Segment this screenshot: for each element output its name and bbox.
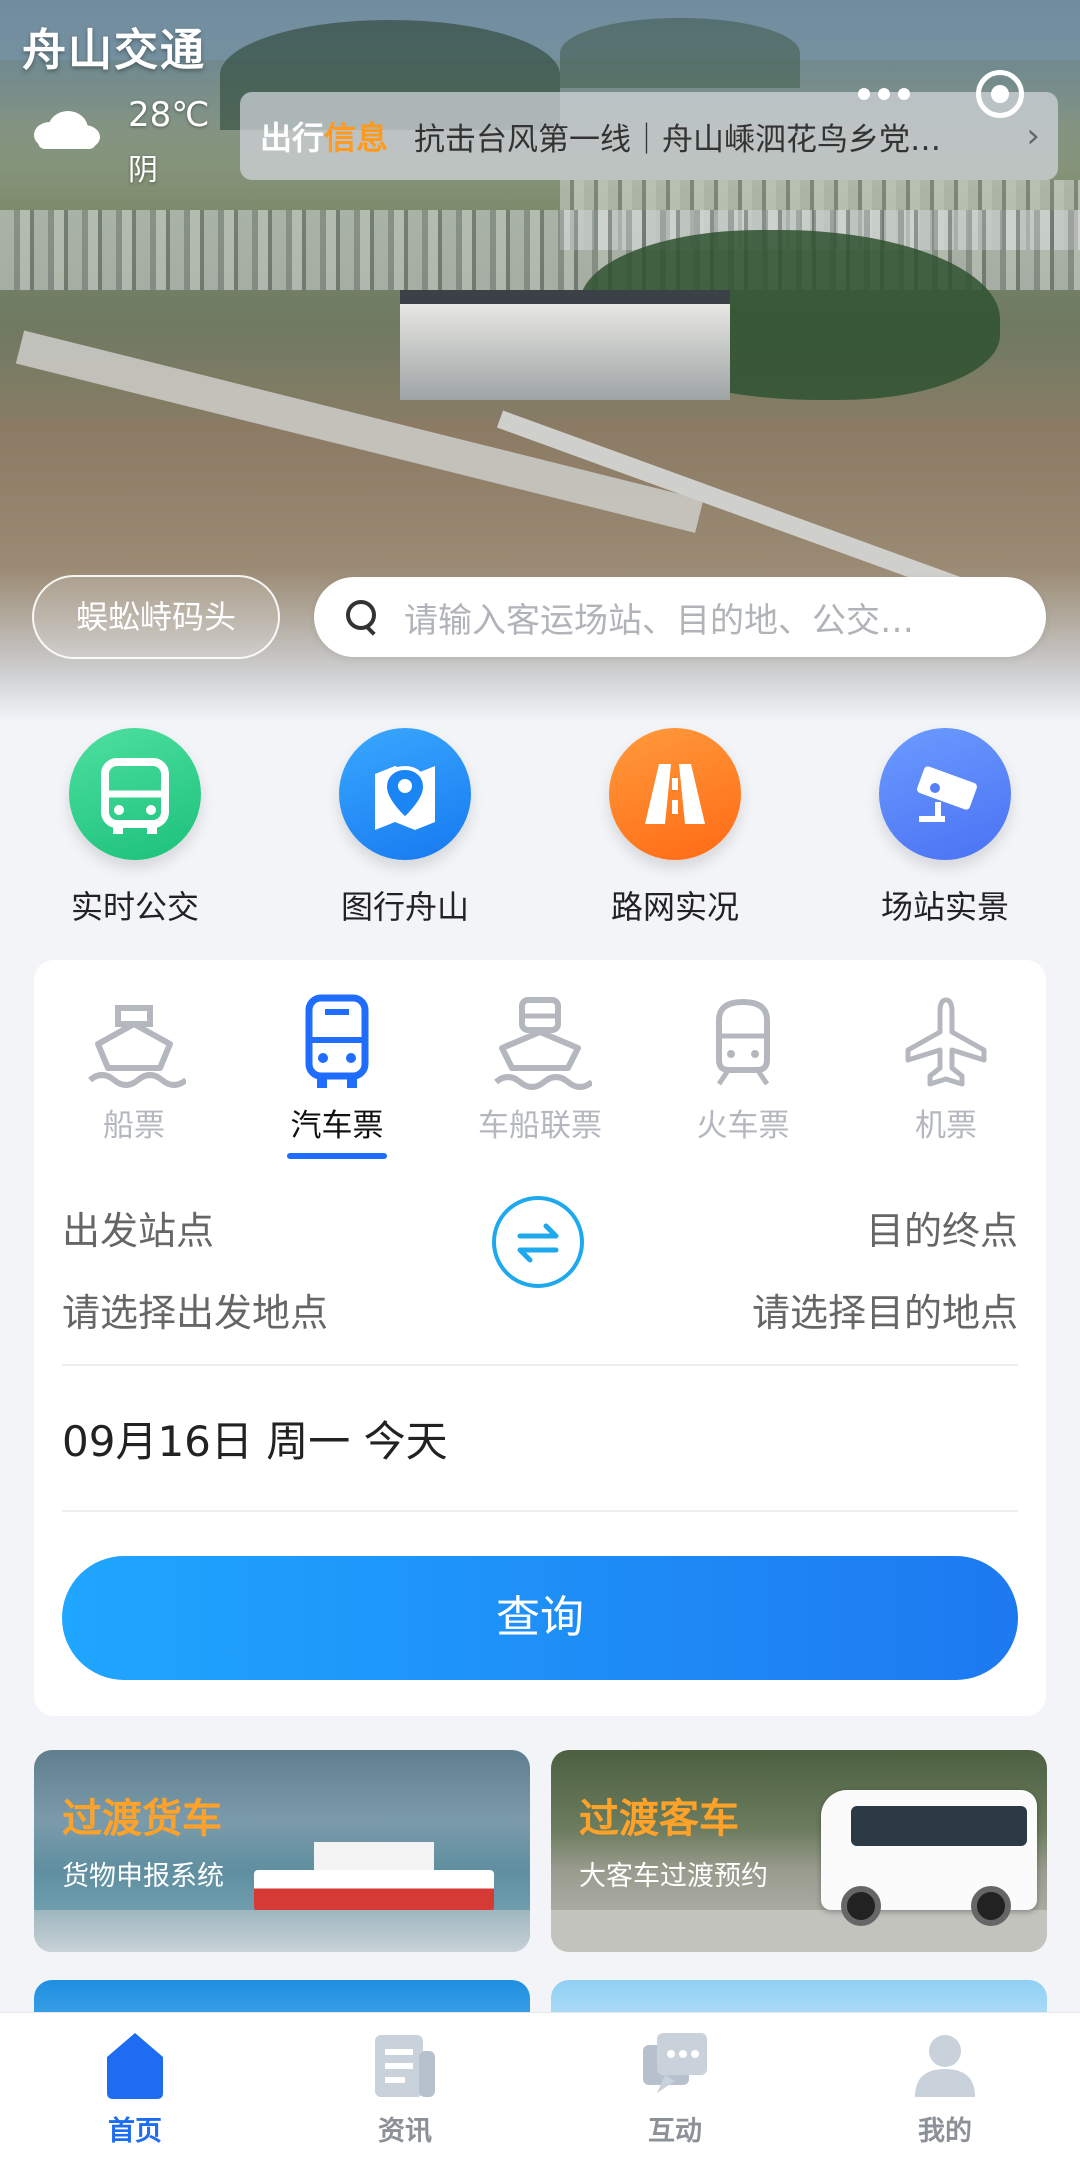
search-icon bbox=[344, 598, 382, 636]
query-button[interactable]: 查询 bbox=[62, 1556, 1018, 1680]
search-input[interactable]: 请输入客运场站、目的地、公交… bbox=[404, 593, 1004, 642]
camera-icon bbox=[879, 728, 1011, 860]
road-icon bbox=[609, 728, 741, 860]
map-pin-icon bbox=[339, 728, 471, 860]
ship-icon bbox=[88, 1005, 186, 1088]
search-bar[interactable]: 请输入客运场站、目的地、公交… bbox=[314, 577, 1046, 657]
nav-profile[interactable]: 我的 bbox=[860, 2025, 1030, 2148]
plane-icon bbox=[905, 997, 987, 1087]
nav-news[interactable]: 资讯 bbox=[320, 2025, 490, 2148]
swap-stations-button[interactable] bbox=[492, 1196, 584, 1288]
tab-bus-ticket[interactable]: 汽车票 bbox=[252, 990, 422, 1159]
destination-field[interactable]: 请选择目的地点 bbox=[752, 1282, 1018, 1337]
ticket-type-tabs: 船票 汽车票 车船联票 火车票 机票 bbox=[34, 990, 1046, 1159]
tab-ship-ticket[interactable]: 船票 bbox=[49, 990, 219, 1145]
bus-icon bbox=[69, 728, 201, 860]
date-picker[interactable]: 09月16日 周一 今天 bbox=[62, 1408, 448, 1469]
promo-freight-truck[interactable]: 过渡货车 货物申报系统 bbox=[34, 1750, 530, 1952]
weather-widget: 28℃ 阴 bbox=[30, 95, 230, 188]
bottom-navigation: 首页 资讯 互动 我的 bbox=[0, 2012, 1080, 2173]
nav-interact[interactable]: 互动 bbox=[590, 2025, 760, 2148]
promo-subtitle: 货物申报系统 bbox=[62, 1861, 224, 1892]
departure-field[interactable]: 请选择出发地点 bbox=[62, 1282, 328, 1337]
close-circle-icon[interactable] bbox=[976, 70, 1024, 118]
promo-title: 过渡客车 bbox=[579, 1796, 739, 1842]
swap-icon bbox=[517, 1223, 559, 1263]
news-tag: 出行信息 bbox=[260, 119, 389, 157]
user-icon bbox=[915, 2035, 975, 2097]
bus-icon bbox=[305, 994, 369, 1088]
mini-program-capsule bbox=[818, 62, 1048, 126]
divider bbox=[62, 1510, 1018, 1512]
tab-car-ferry-ticket[interactable]: 车船联票 bbox=[455, 990, 625, 1145]
promo-subtitle: 大客车过渡预约 bbox=[579, 1861, 768, 1892]
news-tag-highlight: 信息 bbox=[324, 119, 389, 157]
news-icon bbox=[375, 2035, 435, 2097]
destination-label: 目的终点 bbox=[865, 1209, 1018, 1253]
hero-banner: 舟山交通 28℃ 阴 出行信息 抗击台风第一线｜舟山嵊泗花鸟乡党… › 蜈蚣峙码… bbox=[0, 0, 1080, 720]
quick-link-road-status[interactable]: 路网实况 bbox=[585, 728, 765, 928]
divider bbox=[62, 1364, 1018, 1366]
weather-condition: 阴 bbox=[128, 153, 158, 188]
station-selector-button[interactable]: 蜈蚣峙码头 bbox=[32, 575, 280, 659]
quick-link-station-camera[interactable]: 场站实景 bbox=[855, 728, 1035, 928]
quick-link-map[interactable]: 图行舟山 bbox=[315, 728, 495, 928]
weather-temperature: 28℃ bbox=[128, 95, 210, 135]
cloud-icon bbox=[34, 111, 100, 149]
tab-train-ticket[interactable]: 火车票 bbox=[658, 990, 828, 1145]
nav-home[interactable]: 首页 bbox=[50, 2025, 220, 2148]
car-ferry-icon bbox=[494, 997, 592, 1090]
home-icon bbox=[107, 2033, 163, 2099]
tab-plane-ticket[interactable]: 机票 bbox=[861, 990, 1031, 1145]
more-icon[interactable] bbox=[858, 82, 918, 106]
ticket-search-card: 船票 汽车票 车船联票 火车票 机票 出发站点 请选择出发地点 目的终点 请选择… bbox=[34, 960, 1046, 1716]
bus-photo bbox=[821, 1790, 1037, 1926]
promo-passenger-bus[interactable]: 过渡客车 大客车过渡预约 bbox=[551, 1750, 1047, 1952]
departure-label: 出发站点 bbox=[62, 1209, 215, 1253]
app-logo: 舟山交通 bbox=[22, 26, 206, 75]
app-root: 舟山交通 28℃ 阴 出行信息 抗击台风第一线｜舟山嵊泗花鸟乡党… › 蜈蚣峙码… bbox=[0, 0, 1080, 2173]
active-tab-indicator bbox=[287, 1153, 387, 1159]
quick-links: 实时公交 图行舟山 路网实况 场站实景 bbox=[0, 720, 1080, 940]
quick-link-realtime-bus[interactable]: 实时公交 bbox=[45, 728, 225, 928]
chat-icon bbox=[643, 2033, 707, 2093]
promo-title: 过渡货车 bbox=[62, 1796, 222, 1842]
train-icon bbox=[716, 998, 770, 1086]
